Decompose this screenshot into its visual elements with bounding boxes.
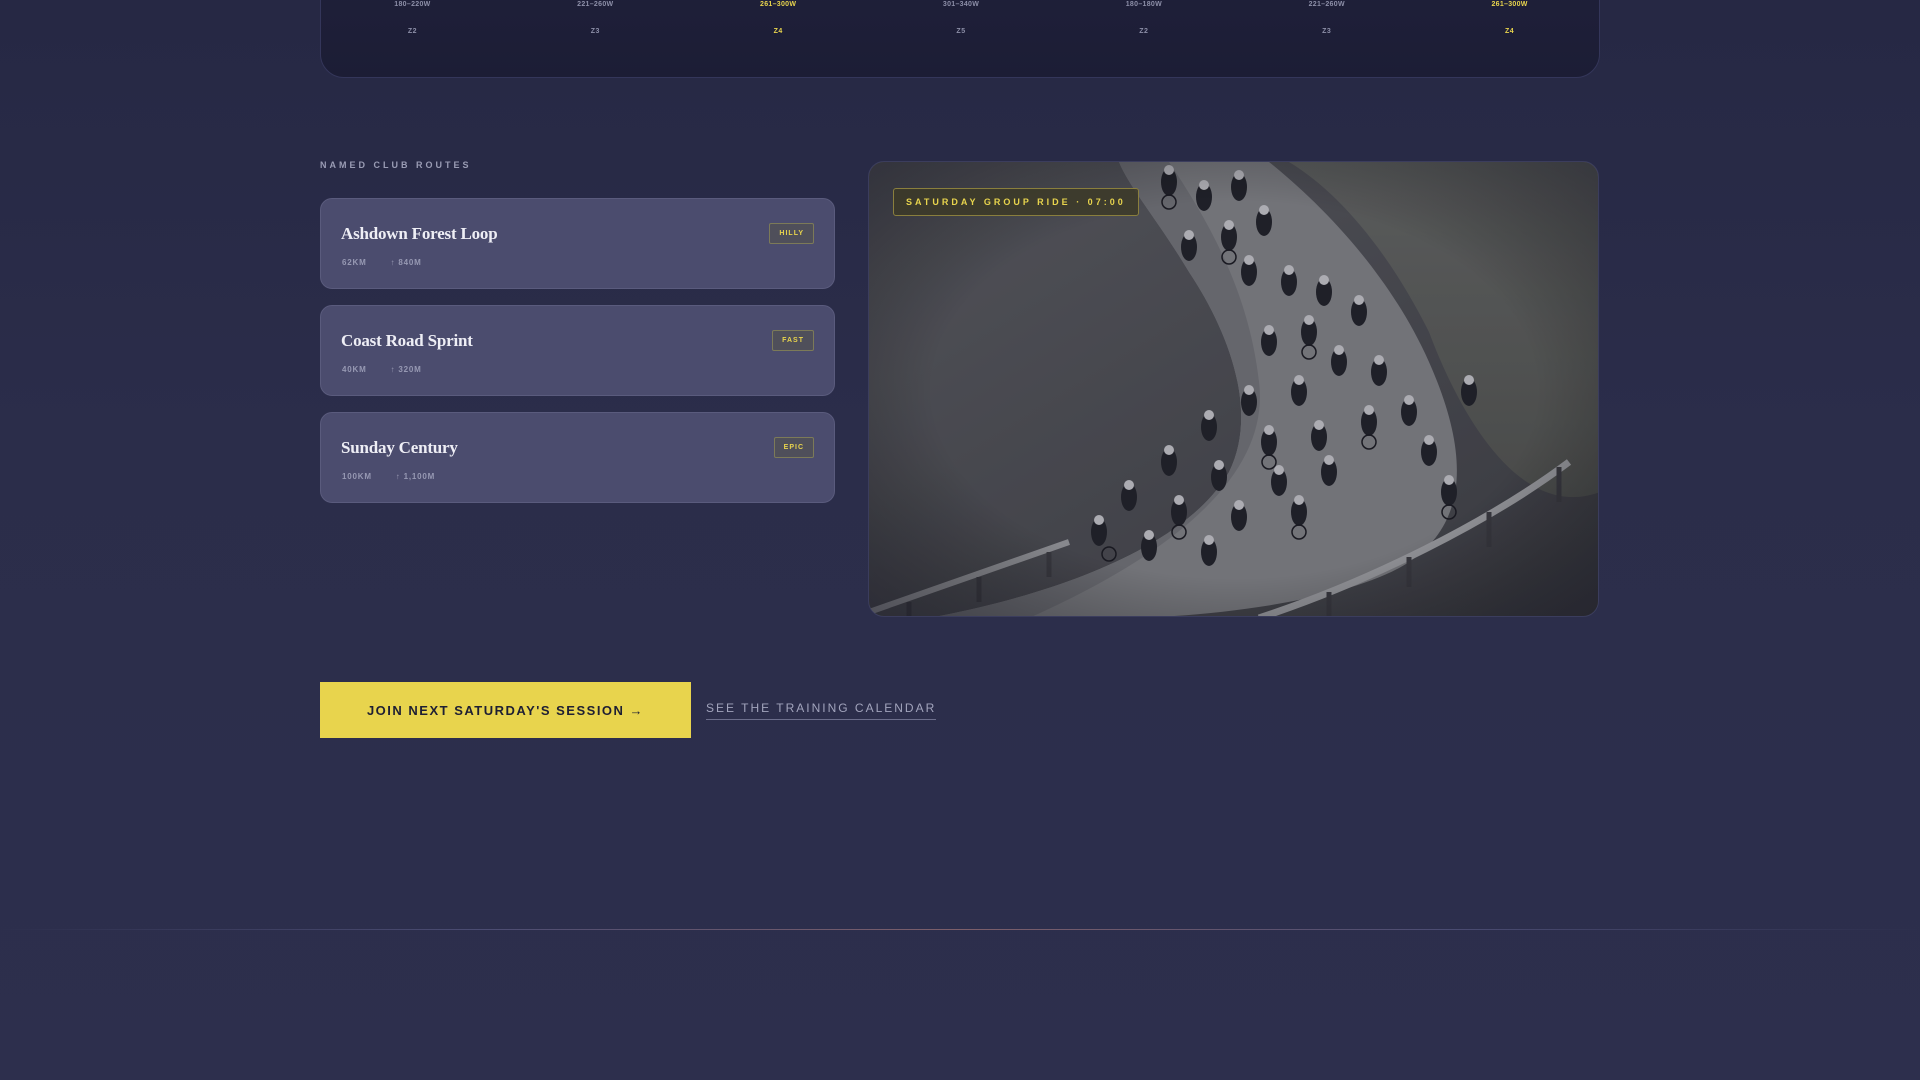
zone-column: 301–340W Z5 [870,1,1053,35]
route-meta: 62KM ↑ 840M [342,258,422,267]
route-card-sunday-century[interactable]: Sunday Century 100KM ↑ 1,100M EPIC [320,412,835,503]
footer-divider [0,929,1920,930]
route-tag: EPIC [773,437,814,458]
zone-column: 221–260W Z3 [1235,1,1418,35]
route-name: Coast Road Sprint [341,331,473,350]
route-distance: 40KM [342,365,367,374]
join-session-button[interactable]: JOIN NEXT SATURDAY'S SESSION → [320,682,691,738]
route-meta: 40KM ↑ 320M [342,365,422,374]
group-ride-photo: SATURDAY GROUP RIDE · 07:00 [868,161,1599,617]
route-name: Ashdown Forest Loop [341,224,498,243]
zone-range: 221–260W [577,1,614,8]
training-calendar-link[interactable]: SEE THE TRAINING CALENDAR [706,701,937,720]
zone-range: 180–220W [394,1,431,8]
zone-label: Z3 [1322,28,1332,35]
route-tag: FAST [772,330,814,351]
zone-column: 261–300W Z4 [687,1,870,35]
route-card-coast-road-sprint[interactable]: Coast Road Sprint 40KM ↑ 320M FAST [320,305,835,396]
group-ride-illustration [869,162,1598,616]
zone-label: Z4 [773,28,783,35]
zone-label: Z4 [1505,28,1515,35]
zone-column: 180–180W Z2 [1052,1,1235,35]
route-distance: 100KM [342,472,372,481]
zone-column: 180–220W Z2 [321,1,504,35]
route-climb: ↑ 320M [390,365,422,374]
route-climb: ↑ 1,100M [395,472,436,481]
page: 180–220W Z2 221–260W Z3 261–300W Z4 301–… [0,0,1920,1080]
zone-range: 221–260W [1308,1,1345,8]
route-list: Ashdown Forest Loop 62KM ↑ 840M HILLY Co… [320,198,835,519]
zones-grid: 180–220W Z2 221–260W Z3 261–300W Z4 301–… [321,1,1601,35]
zone-range: 261–300W [760,1,797,8]
route-climb: ↑ 840M [390,258,422,267]
route-card-ashdown-forest-loop[interactable]: Ashdown Forest Loop 62KM ↑ 840M HILLY [320,198,835,289]
route-tag: HILLY [769,223,814,244]
zone-label: Z5 [956,28,966,35]
photo-caption-tag: SATURDAY GROUP RIDE · 07:00 [893,188,1139,216]
section-label: NAMED CLUB ROUTES [320,160,472,170]
power-zones-panel: 180–220W Z2 221–260W Z3 261–300W Z4 301–… [320,0,1600,78]
zone-column: 261–300W Z4 [1418,1,1601,35]
zone-range: 180–180W [1125,1,1162,8]
zone-label: Z2 [1139,28,1149,35]
route-name: Sunday Century [341,438,458,457]
route-meta: 100KM ↑ 1,100M [342,472,435,481]
route-distance: 62KM [342,258,367,267]
zone-range: 301–340W [942,1,980,8]
zone-range: 261–300W [1491,1,1528,8]
zone-label: Z3 [590,28,600,35]
zone-column: 221–260W Z3 [504,1,687,35]
zone-label: Z2 [407,28,418,35]
